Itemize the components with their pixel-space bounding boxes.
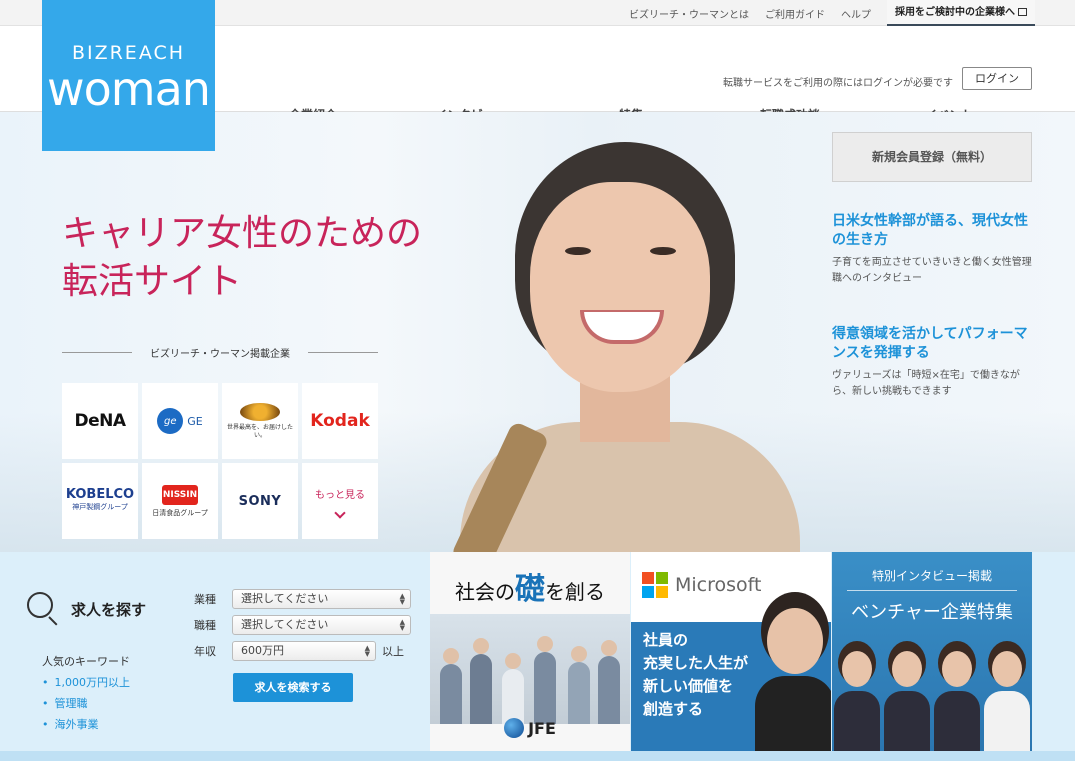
select-arrows-icon: ▲ ▼ [399, 592, 405, 606]
logo-word: woman [47, 62, 211, 116]
search-icon [27, 592, 61, 626]
industry-select-value: 選択してください [241, 592, 329, 605]
usj-tagline: 世界最高を、お届けしたい。 [226, 423, 293, 439]
select-arrows-icon: ▲ ▼ [399, 618, 405, 632]
microsoft-logo-icon [642, 572, 668, 598]
microsoft-banner[interactable]: Microsoft 社員の 充実した人生が 新しい価値を 創造する [631, 552, 831, 751]
help-link[interactable]: ヘルプ [841, 6, 871, 21]
feature-subtitle: 子育てを両立させていきいきと働く女性管理職へのインタビュー [832, 257, 1032, 284]
keyword-link[interactable]: 管理職 [42, 693, 130, 714]
microsoft-model-photo [755, 608, 831, 751]
about-link[interactable]: ビズリーチ・ウーマンとは [629, 6, 749, 21]
occupation-select-value: 選択してください [241, 618, 329, 631]
external-link-icon [1018, 8, 1027, 16]
company-logo-kodak[interactable]: Kodak [302, 383, 378, 459]
jfe-brand: JFE [528, 718, 556, 738]
feature-subtitle: ヴァリューズは「時短×在宅」で働きながら、新しい挑戦もできます [832, 370, 1020, 397]
salary-field: 年収 600万円 ▲ ▼ 以上 [194, 641, 404, 661]
nissin-sub: 日清食品グループ [152, 508, 208, 517]
company-logo-kobelco[interactable]: KOBELCO 神戸製鋼グループ [62, 463, 138, 539]
top-links: ビズリーチ・ウーマンとは ご利用ガイド ヘルプ 採用をご検討中の企業様へ [613, 0, 1035, 26]
industry-label: 業種 [194, 593, 216, 606]
chevron-down-icon [334, 506, 346, 519]
microsoft-copy: 社員の 充実した人生が 新しい価値を 創造する [643, 629, 748, 721]
feature-link-1[interactable]: 日米女性幹部が語る、現代女性の生き方 子育てを両立させていきいきと働く女性管理職… [832, 212, 1032, 287]
corporate-link-label: 採用をご検討中の企業様へ [895, 6, 1015, 18]
popular-keywords-title: 人気のキーワード [42, 655, 130, 668]
jfe-headline-post: を創る [545, 580, 605, 604]
industry-field: 業種 選択してください ▲ ▼ [194, 589, 411, 609]
jfe-logo: JFE [430, 718, 630, 738]
jfe-meeting-photo [430, 614, 630, 724]
ge-logo-label: GE [187, 414, 203, 428]
popular-keywords: 1,000万円以上 管理職 海外事業 [42, 672, 131, 735]
more-label: もっと見る [315, 489, 365, 501]
jfe-headline-big: 礎 [515, 572, 545, 607]
salary-select-value: 600万円 [241, 644, 284, 657]
dena-logo: DeNA [74, 411, 126, 431]
venture-people-photo [832, 640, 1032, 751]
company-logo-ge[interactable]: ge GE [142, 383, 218, 459]
microsoft-copy-line: 新しい価値を [643, 677, 734, 695]
login-button[interactable]: ログイン [962, 67, 1032, 90]
keyword-link[interactable]: 1,000万円以上 [42, 672, 131, 693]
job-search-title: 求人を探す [71, 600, 147, 619]
occupation-field: 職種 選択してください ▲ ▼ [194, 615, 411, 635]
feature-title: 得意領域を活かしてパフォーマンスを発揮する [832, 326, 1028, 361]
microsoft-copy-line: 充実した人生が [643, 654, 749, 672]
more-companies-button[interactable]: もっと見る [302, 463, 378, 539]
jfe-banner[interactable]: 社会の礎を創る JFE [430, 552, 630, 751]
job-search-heading: 求人を探す [27, 592, 146, 626]
ge-monogram-icon: ge [157, 408, 184, 434]
hero-model-photo [420, 142, 820, 552]
venture-banner-kicker: 特別インタビュー掲載 [832, 567, 1032, 591]
company-logo-grid: DeNA ge GE 世界最高を、お届けしたい。 Kodak KOBELCO 神… [62, 383, 378, 539]
kobelco-logo: KOBELCO [65, 487, 135, 502]
keyword-link[interactable]: 海外事業 [42, 714, 130, 735]
salary-select[interactable]: 600万円 ▲ ▼ [232, 641, 376, 661]
sony-logo: SONY [238, 493, 282, 509]
hero-headline-line1: キャリア女性のための [62, 213, 423, 254]
usj-globe-icon [240, 402, 280, 421]
hero: キャリア女性のための 転活サイト ビズリーチ・ウーマン掲載企業 DeNA ge … [0, 112, 1075, 552]
company-logo-usj[interactable]: 世界最高を、お届けしたい。 [222, 383, 298, 459]
occupation-select[interactable]: 選択してください ▲ ▼ [232, 615, 411, 635]
corporate-link[interactable]: 採用をご検討中の企業様へ [887, 0, 1035, 26]
occupation-label: 職種 [194, 619, 216, 632]
jfe-globe-icon [504, 718, 525, 738]
microsoft-wordmark: Microsoft [675, 574, 762, 596]
feature-title: 日米女性幹部が語る、現代女性の生き方 [832, 213, 1028, 248]
company-logo-dena[interactable]: DeNA [62, 383, 138, 459]
kobelco-sub: 神戸製鋼グループ [72, 503, 128, 511]
salary-label: 年収 [194, 645, 216, 658]
register-button[interactable]: 新規会員登録（無料） [832, 132, 1032, 182]
hero-headline: キャリア女性のための 転活サイト [62, 210, 422, 306]
band-footer-strip [0, 751, 1075, 761]
salary-suffix: 以上 [382, 645, 404, 658]
industry-select[interactable]: 選択してください ▲ ▼ [232, 589, 411, 609]
hero-headline-line2: 転活サイト [62, 261, 243, 302]
company-logo-nissin[interactable]: NISSIN 日清食品グループ [142, 463, 218, 539]
jfe-headline-pre: 社会の [455, 580, 515, 604]
site-logo[interactable]: BIZREACH woman [42, 0, 215, 151]
select-arrows-icon: ▲ ▼ [364, 644, 370, 658]
microsoft-copy-line: 社員の [643, 631, 689, 649]
kodak-logo: Kodak [310, 411, 370, 431]
job-search-button[interactable]: 求人を検索する [233, 673, 353, 702]
company-logo-sony[interactable]: SONY [222, 463, 298, 539]
feature-link-2[interactable]: 得意領域を活かしてパフォーマンスを発揮する ヴァリューズは「時短×在宅」で働きな… [832, 325, 1032, 400]
logo-brand: BIZREACH [71, 42, 186, 64]
venture-feature-banner[interactable]: 特別インタビュー掲載 ベンチャー企業特集 [832, 552, 1032, 751]
venture-banner-title: ベンチャー企業特集 [851, 602, 1013, 623]
guide-link[interactable]: ご利用ガイド [765, 6, 825, 21]
microsoft-copy-line: 創造する [643, 700, 704, 718]
login-note: 転職サービスをご利用の際にはログインが必要です [723, 78, 953, 89]
nissin-logo: NISSIN [162, 484, 198, 505]
companies-heading: ビズリーチ・ウーマン掲載企業 [62, 344, 378, 360]
jfe-headline: 社会の礎を創る [430, 564, 630, 608]
